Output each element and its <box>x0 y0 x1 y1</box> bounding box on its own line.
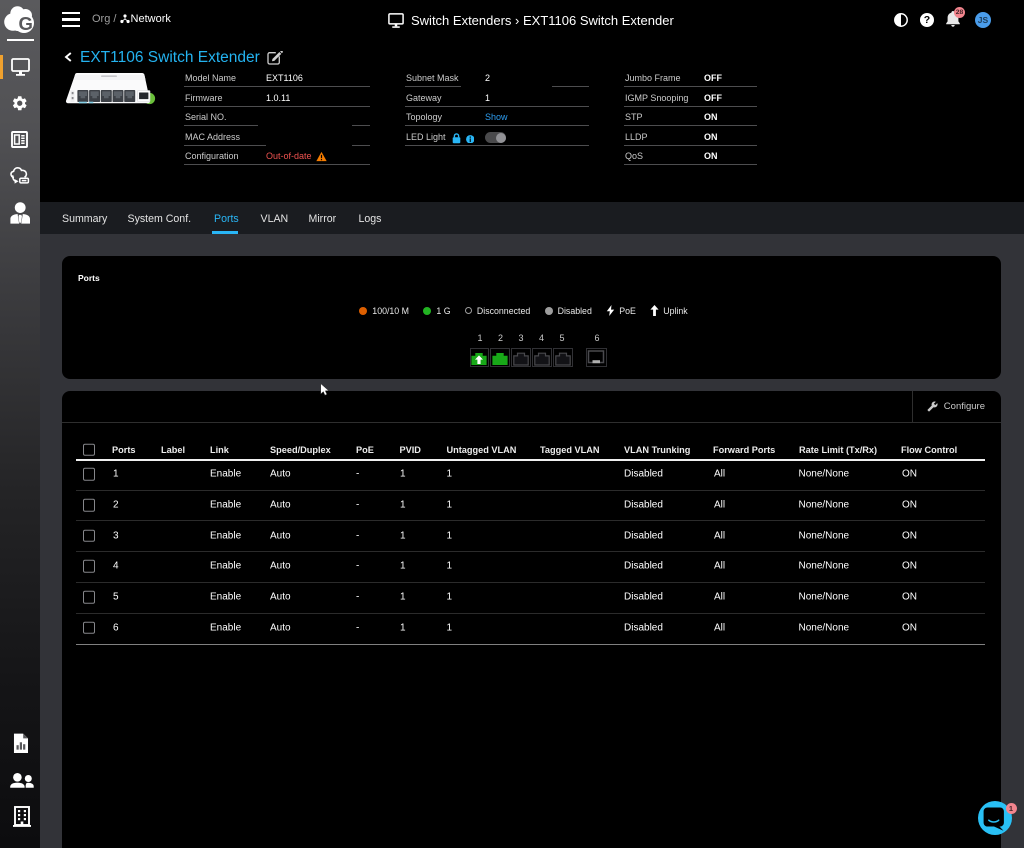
svg-text:G: G <box>19 13 33 34</box>
